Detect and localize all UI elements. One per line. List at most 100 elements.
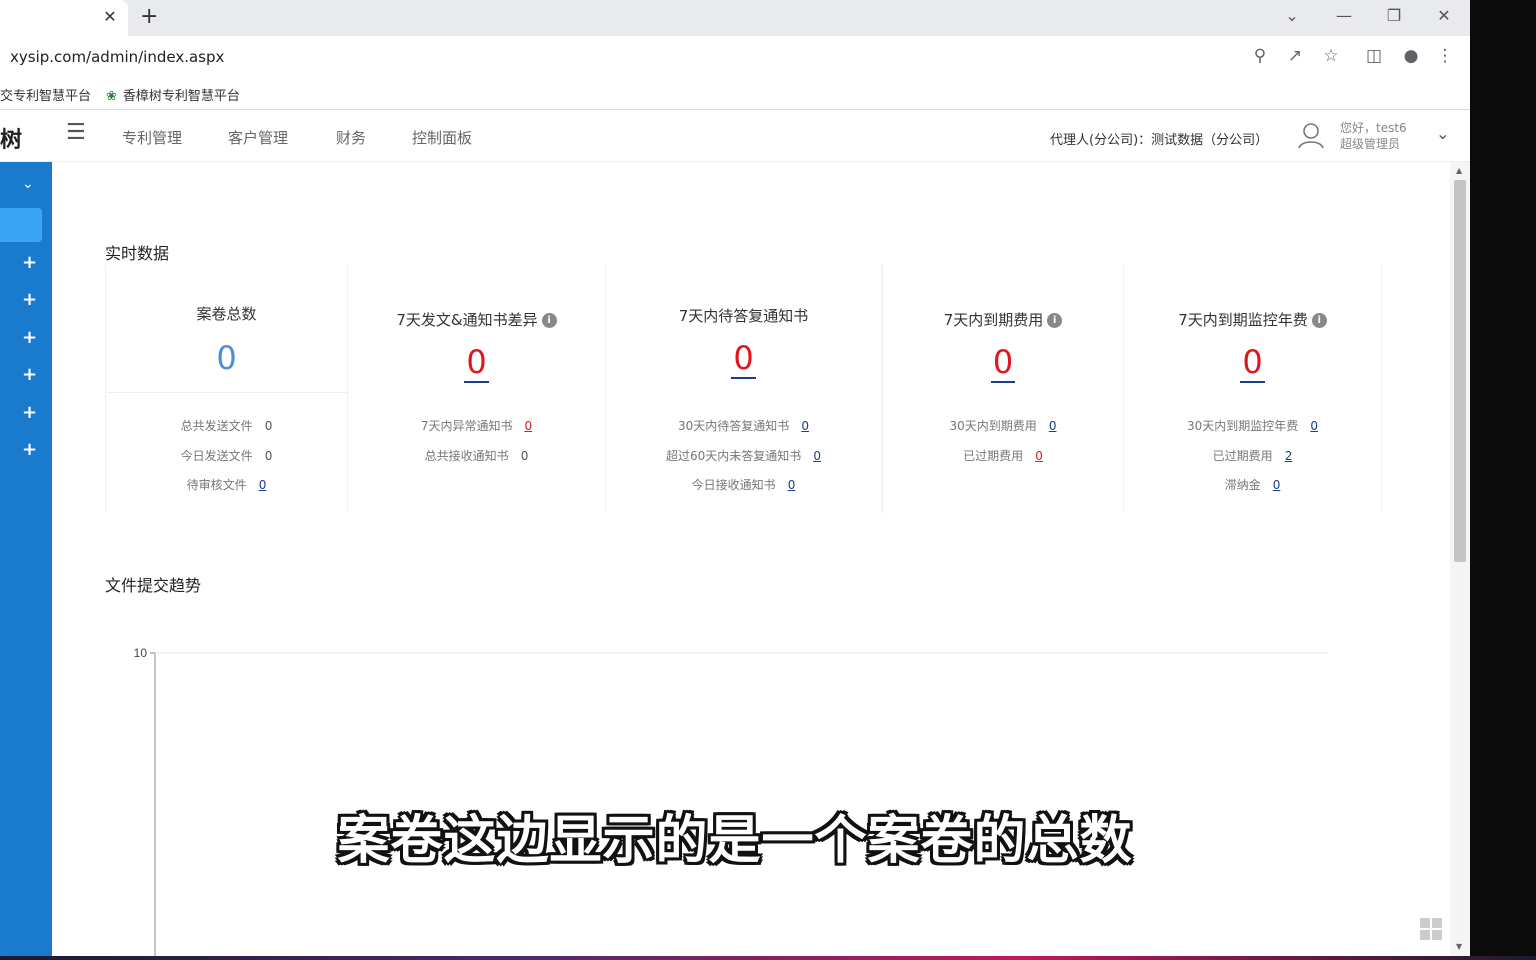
stat-line-value: 0 [264, 448, 273, 463]
sidebar-expand-icon[interactable]: + [22, 289, 37, 310]
stat-value[interactable]: 0 [348, 343, 605, 383]
nav-control-panel[interactable]: 控制面板 [412, 127, 472, 148]
nav-patent-management[interactable]: 专利管理 [122, 127, 182, 148]
scroll-up-icon[interactable]: ▲ [1456, 166, 1462, 175]
stat-value: 0 [216, 339, 237, 377]
stat-line: 超过60天内未答复通知书 0 [606, 447, 881, 477]
stat-title: 案卷总数 [196, 305, 257, 323]
hamburger-menu-icon[interactable]: ☰ [66, 120, 86, 145]
stat-line: 滞纳金 0 [1124, 476, 1381, 506]
bookmark-star-icon[interactable]: ☆ [1320, 46, 1342, 66]
app-header: 树 ☰ 专利管理 客户管理 财务 控制面板 代理人(分公司)：测试数据（分公司）… [0, 110, 1470, 162]
tree-icon: ❀ [106, 89, 117, 104]
nav-finance[interactable]: 财务 [336, 127, 366, 148]
stat-line-link[interactable]: 0 [525, 419, 533, 433]
stat-value-link[interactable]: 0 [990, 343, 1016, 383]
info-icon[interactable]: i [541, 313, 557, 328]
stat-card-7day-annuity: 7天内到期监控年费 i 0 30天内到期监控年费 0 已过期费用 2 滞纳金 0 [1124, 265, 1382, 513]
tab-search-icon[interactable]: ⌄ [1280, 6, 1304, 25]
info-icon[interactable]: i [1047, 313, 1063, 328]
info-icon[interactable]: i [1311, 313, 1327, 328]
logo: 树 [0, 128, 23, 153]
sidebar-item-active[interactable] [0, 208, 42, 242]
close-window-icon[interactable]: ✕ [1432, 6, 1456, 25]
stat-line: 已过期费用 0 [883, 447, 1123, 477]
sidebar-expand-icon[interactable]: + [22, 402, 37, 423]
bookmark-item[interactable]: 交专利智慧平台 [0, 85, 91, 104]
screen-edge [0, 956, 1536, 960]
stat-value-link[interactable]: 0 [464, 343, 489, 383]
stat-value[interactable]: 0 [1124, 343, 1381, 383]
stat-line-link[interactable]: 0 [801, 419, 809, 433]
profile-icon[interactable]: ● [1400, 46, 1422, 66]
stat-line-label: 已过期费用 [963, 448, 1024, 463]
stat-line: 总共接收通知书 0 [348, 447, 605, 477]
stat-value[interactable]: 0 [883, 343, 1123, 383]
stat-line-link[interactable]: 0 [1035, 449, 1043, 463]
screen-edge [1470, 0, 1536, 960]
stat-title-text: 7天发文&通知书差异 [396, 311, 538, 329]
stat-line-value: 0 [520, 448, 529, 463]
stat-value-link[interactable]: 0 [731, 339, 756, 379]
url-field[interactable]: xysip.com/admin/index.aspx [10, 48, 224, 66]
side-panel-icon[interactable]: ◫ [1363, 46, 1385, 66]
screen: ✕ + ⌄ — ❐ ✕ xysip.com/admin/index.aspx ⚲… [0, 0, 1470, 956]
minimize-icon[interactable]: — [1332, 6, 1356, 25]
stat-line-label: 总共接收通知书 [424, 448, 509, 463]
grid-icon[interactable] [1420, 918, 1442, 940]
trend-chart-svg: 10 [134, 646, 1327, 956]
browser-tab[interactable]: ✕ [0, 0, 128, 36]
stat-line-link[interactable]: 0 [1310, 419, 1318, 433]
sidebar-expand-icon[interactable]: + [22, 252, 37, 273]
stat-line-link[interactable]: 0 [788, 478, 796, 492]
nav-customer-management[interactable]: 客户管理 [228, 127, 288, 148]
bookmark-item[interactable]: ❀ 香樟树专利智慧平台 [106, 85, 240, 104]
stat-line-label: 30天内到期费用 [949, 419, 1037, 433]
scroll-thumb[interactable] [1454, 180, 1466, 562]
stat-value[interactable]: 0 [606, 339, 881, 379]
stat-line: 30天内到期监控年费 0 [1124, 417, 1381, 447]
user-avatar-icon[interactable] [1296, 120, 1326, 150]
agent-info: 代理人(分公司)：测试数据（分公司） [1050, 133, 1269, 148]
more-menu-icon[interactable]: ⋮ [1434, 46, 1456, 66]
browser-tabbar: ✕ + ⌄ — ❐ ✕ [0, 0, 1470, 36]
stat-line: 总共发送文件 0 [106, 417, 347, 447]
new-tab-icon[interactable]: + [140, 4, 158, 29]
stat-line-label: 总共发送文件 [180, 419, 253, 433]
trend-chart: 10 [105, 622, 1395, 956]
stat-title: 7天内到期监控年费 i [1124, 309, 1381, 330]
sidebar-chevron-icon[interactable]: ⌄ [22, 176, 34, 192]
share-icon[interactable]: ↗ [1284, 46, 1306, 66]
stat-card-total-cases: 案卷总数 0 总共发送文件 0 今日发送文件 0 待审核文件 0 [105, 265, 348, 513]
stat-line-link[interactable]: 2 [1285, 449, 1293, 463]
stat-line-link[interactable]: 0 [813, 449, 821, 463]
sidebar-expand-icon[interactable]: + [22, 327, 37, 348]
stat-line: 待审核文件 0 [106, 476, 347, 506]
stat-line-link[interactable]: 0 [1273, 478, 1281, 492]
bookmarks-bar: 交专利智慧平台 ❀ 香樟树专利智慧平台 [0, 78, 1470, 110]
stat-value-link[interactable]: 0 [1240, 343, 1265, 383]
user-info[interactable]: 您好，test6 超级管理员 [1340, 120, 1407, 152]
key-icon[interactable]: ⚲ [1249, 46, 1271, 66]
stat-line-label: 已过期费用 [1212, 448, 1273, 463]
stat-line-label: 今日接收通知书 [691, 478, 776, 492]
stat-line-link[interactable]: 0 [1049, 419, 1057, 433]
stat-line-label: 今日发送文件 [180, 448, 253, 463]
stat-line: 7天内异常通知书 0 [348, 417, 605, 447]
sidebar-expand-icon[interactable]: + [22, 364, 37, 385]
stat-card-7day-pending: 7天内待答复通知书 0 30天内待答复通知书 0 超过60天内未答复通知书 0 今日… [606, 265, 882, 513]
tab-close-icon[interactable]: ✕ [100, 7, 120, 26]
stat-line-label: 超过60天内未答复通知书 [666, 448, 802, 463]
stat-title: 7天发文&通知书差异 i [348, 309, 605, 330]
chevron-down-icon[interactable]: ⌄ [1436, 124, 1449, 143]
stat-line-value: 0 [264, 419, 273, 433]
stat-title: 7天内待答复通知书 [678, 307, 809, 325]
restore-icon[interactable]: ❐ [1382, 6, 1406, 25]
trend-title: 文件提交趋势 [105, 576, 202, 595]
bookmark-label: 香樟树专利智慧平台 [122, 89, 240, 104]
stat-line-link[interactable]: 0 [259, 478, 267, 492]
sidebar-expand-icon[interactable]: + [22, 439, 37, 460]
stat-title-text: 7天内到期监控年费 [1178, 311, 1308, 329]
realtime-data-title: 实时数据 [105, 244, 170, 263]
scroll-down-icon[interactable]: ▼ [1456, 942, 1462, 951]
